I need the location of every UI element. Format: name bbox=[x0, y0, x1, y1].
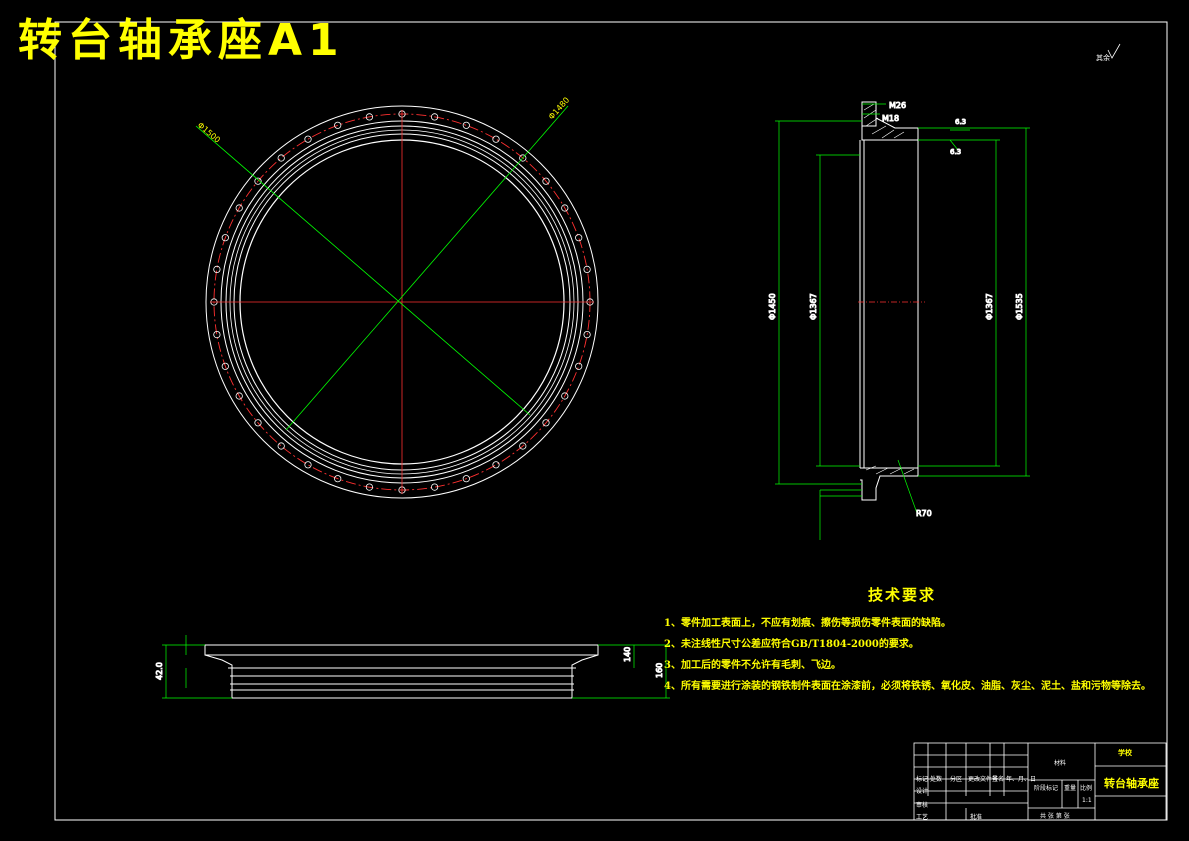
title-block-part-name: 转台轴承座 bbox=[1104, 777, 1159, 790]
dim-thread-m18: M18 bbox=[882, 114, 899, 123]
bolt-hole bbox=[492, 461, 500, 469]
tech-requirement-item: 1、零件加工表面上，不应有划痕、擦伤等损伤零件表面的缺陷。 bbox=[664, 618, 951, 629]
dim-section-1450: Φ1450 bbox=[768, 293, 777, 320]
title-block-role-label: 批准 bbox=[970, 814, 983, 821]
dim-thread-m26: M26 bbox=[889, 101, 906, 110]
drawing-title: 转台轴承座A1 bbox=[18, 15, 345, 66]
bolt-hole bbox=[462, 121, 470, 129]
bolt-hole bbox=[304, 461, 312, 469]
title-block-row-label: 年、月、日 bbox=[1006, 776, 1037, 783]
bolt-hole bbox=[575, 362, 583, 370]
bolt-hole bbox=[575, 234, 583, 242]
roughness-top: 6.3 bbox=[955, 118, 966, 126]
surface-finish-label: 其余 bbox=[1096, 53, 1110, 62]
title-block-role-label: 审核 bbox=[916, 802, 929, 809]
dim-radius-r70: R70 bbox=[916, 509, 932, 518]
top-view: Φ1500 Φ1480 bbox=[196, 96, 599, 499]
tech-requirements-heading: 技术要求 bbox=[868, 586, 937, 604]
title-block-school: 学校 bbox=[1118, 748, 1132, 757]
bolt-hole bbox=[277, 442, 285, 450]
title-block-role-label: 工艺 bbox=[916, 814, 929, 821]
title-block-sheet: 共 张 第 张 bbox=[1040, 813, 1070, 820]
bolt-hole bbox=[277, 154, 285, 162]
dim-outer-diameter: Φ1500 bbox=[196, 121, 222, 145]
dim-section-1367-b: Φ1367 bbox=[985, 293, 994, 320]
bolt-hole bbox=[492, 135, 500, 143]
title-block-row-label: 分区 bbox=[950, 776, 963, 783]
dim-bolt-circle: Φ1480 bbox=[547, 96, 572, 122]
title-block-row-label: 处数 bbox=[930, 776, 943, 783]
dim-height-140: 140 bbox=[623, 647, 632, 662]
cad-drawing: 其余 Φ1500 Φ1480 M26 M18 Φ1450 Φ1367 Φ1367… bbox=[54, 21, 1168, 821]
surface-finish-mark: 其余 bbox=[1096, 43, 1121, 62]
tech-requirements-list: 1、零件加工表面上，不应有划痕、擦伤等损伤零件表面的缺陷。 2、未注线性尺寸公差… bbox=[664, 613, 1151, 697]
dim-height-160: 160 bbox=[655, 663, 664, 678]
title-block-material: 材料 bbox=[1054, 760, 1067, 767]
title-block-scale: 1:1 bbox=[1082, 797, 1092, 804]
drawing-border bbox=[54, 21, 1168, 821]
tech-requirement-item: 3、加工后的零件不允许有毛刺、飞边。 bbox=[664, 660, 841, 671]
title-block-stage: 阶段标记 bbox=[1034, 785, 1059, 792]
title-block-row-label: 标记 bbox=[916, 776, 929, 783]
roughness-bottom: 6.3 bbox=[950, 148, 961, 156]
dim-section-1367-a: Φ1367 bbox=[809, 293, 818, 320]
tech-requirement-item: 4、所有需要进行涂装的钢铁制件表面在涂漆前，必须将铁锈、氧化皮、油脂、灰尘、泥土… bbox=[664, 681, 1151, 692]
title-block-weight: 重量 bbox=[1064, 785, 1077, 792]
tech-requirement-item: 2、未注线性尺寸公差应符合GB/T1804-2000的要求。 bbox=[664, 639, 919, 650]
section-view: M26 M18 Φ1450 Φ1367 Φ1367 Φ1535 R70 6.3 … bbox=[768, 101, 1030, 540]
dim-section-1535: Φ1535 bbox=[1015, 293, 1024, 320]
dim-height-42: 42.0 bbox=[155, 662, 164, 680]
title-block-scale-label: 比例 bbox=[1080, 785, 1093, 792]
title-block-row-label: 签名 bbox=[992, 776, 1005, 783]
front-view: 42.0 140 160 bbox=[155, 635, 670, 699]
title-block-role-label: 设计 bbox=[916, 788, 929, 795]
